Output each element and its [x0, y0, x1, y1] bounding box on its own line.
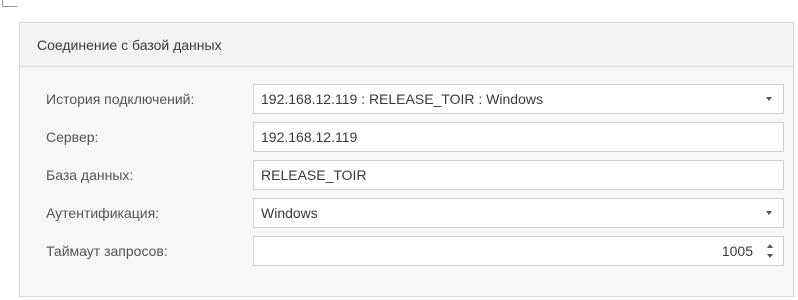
timeout-label: Таймаут запросов: [46, 243, 168, 259]
server-input[interactable]: 192.168.12.119 [253, 122, 784, 152]
auth-value: Windows [261, 205, 318, 221]
chevron-down-icon[interactable] [766, 211, 772, 215]
database-row: База данных: RELEASE_TOIR [20, 160, 793, 190]
auth-row: Аутентификация: Windows [20, 198, 793, 228]
spin-buttons [767, 242, 775, 260]
spin-up-icon[interactable] [767, 244, 773, 248]
auth-select[interactable]: Windows [253, 198, 784, 228]
timeout-row: Таймаут запросов: 1005 [20, 236, 793, 266]
database-input[interactable]: RELEASE_TOIR [253, 160, 784, 190]
server-row: Сервер: 192.168.12.119 [20, 122, 793, 152]
spin-down-icon[interactable] [767, 254, 773, 258]
database-label: База данных: [46, 167, 134, 183]
auth-label: Аутентификация: [46, 205, 160, 221]
db-connection-group: Соединение с базой данных История подклю… [19, 22, 794, 297]
chevron-down-icon[interactable] [766, 97, 772, 101]
history-value: 192.168.12.119 : RELEASE_TOIR : Windows [261, 91, 543, 107]
history-label: История подключений: [46, 91, 195, 107]
history-row: История подключений: 192.168.12.119 : RE… [20, 84, 793, 114]
history-select[interactable]: 192.168.12.119 : RELEASE_TOIR : Windows [253, 84, 784, 114]
database-value: RELEASE_TOIR [261, 167, 367, 183]
timeout-value: 1005 [721, 243, 753, 259]
group-title: Соединение с базой данных [20, 23, 793, 67]
timeout-spinner[interactable]: 1005 [253, 236, 784, 266]
server-value: 192.168.12.119 [261, 129, 358, 145]
server-label: Сервер: [46, 129, 99, 145]
window-corner-mark [2, 0, 17, 7]
